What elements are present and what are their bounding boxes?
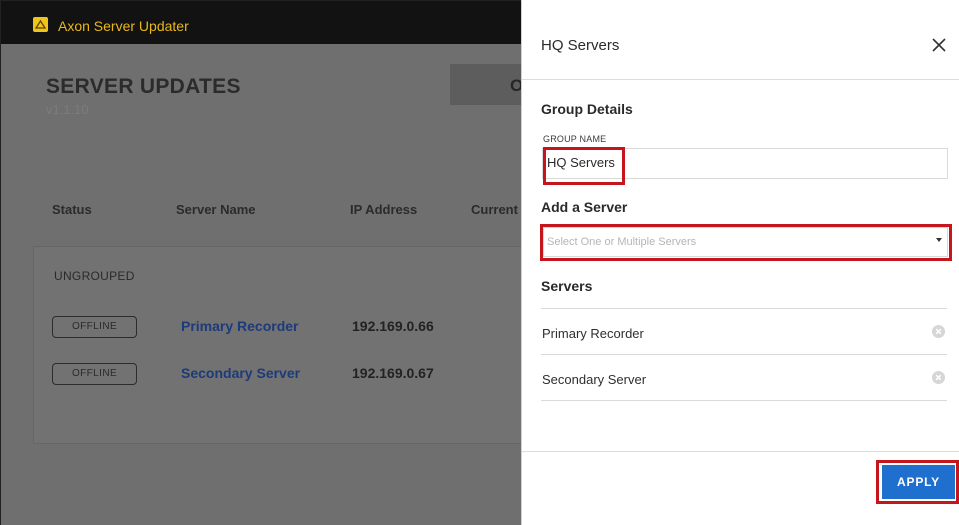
column-header-current-version[interactable]: Current [471, 202, 518, 217]
divider [522, 79, 959, 80]
close-icon[interactable] [930, 36, 948, 54]
server-ip: 192.169.0.67 [352, 365, 434, 381]
chevron-down-icon[interactable] [936, 238, 942, 242]
divider [541, 400, 947, 401]
apply-button[interactable]: APPLY [882, 465, 955, 499]
status-badge: OFFLINE [52, 363, 137, 385]
server-name: Secondary Server [542, 372, 647, 387]
remove-circle-icon[interactable] [932, 325, 945, 338]
add-server-heading: Add a Server [541, 199, 628, 215]
group-name-input[interactable] [547, 155, 927, 170]
server-select-dropdown[interactable]: Select One or Multiple Servers [543, 227, 948, 257]
server-ip: 192.169.0.66 [352, 318, 434, 334]
servers-heading: Servers [541, 278, 593, 294]
server-link-secondary-server[interactable]: Secondary Server [181, 365, 300, 381]
app-title: Axon Server Updater [58, 18, 189, 34]
edit-group-drawer: HQ Servers Group Details GROUP NAME Add … [521, 0, 959, 525]
version-label: v1.1.10 [46, 102, 89, 117]
page-title: SERVER UPDATES [46, 75, 241, 98]
column-header-status[interactable]: Status [52, 202, 92, 217]
drawer-title: HQ Servers [541, 37, 620, 54]
group-name-field[interactable] [542, 148, 948, 179]
column-header-server-name[interactable]: Server Name [176, 202, 256, 217]
list-item: Primary Recorder [541, 309, 947, 354]
group-details-heading: Group Details [541, 101, 633, 117]
divider [522, 451, 959, 452]
server-link-primary-recorder[interactable]: Primary Recorder [181, 318, 299, 334]
top-action-button[interactable]: O [450, 64, 530, 105]
server-name: Primary Recorder [542, 326, 644, 341]
axon-logo-icon [33, 17, 48, 32]
group-name-label: GROUP NAME [543, 134, 607, 144]
remove-circle-icon[interactable] [932, 371, 945, 384]
list-item: Secondary Server [541, 355, 947, 400]
status-badge: OFFLINE [52, 316, 137, 338]
group-label-ungrouped: UNGROUPED [54, 269, 135, 283]
column-header-ip-address[interactable]: IP Address [350, 202, 417, 217]
server-select-placeholder: Select One or Multiple Servers [547, 236, 697, 248]
